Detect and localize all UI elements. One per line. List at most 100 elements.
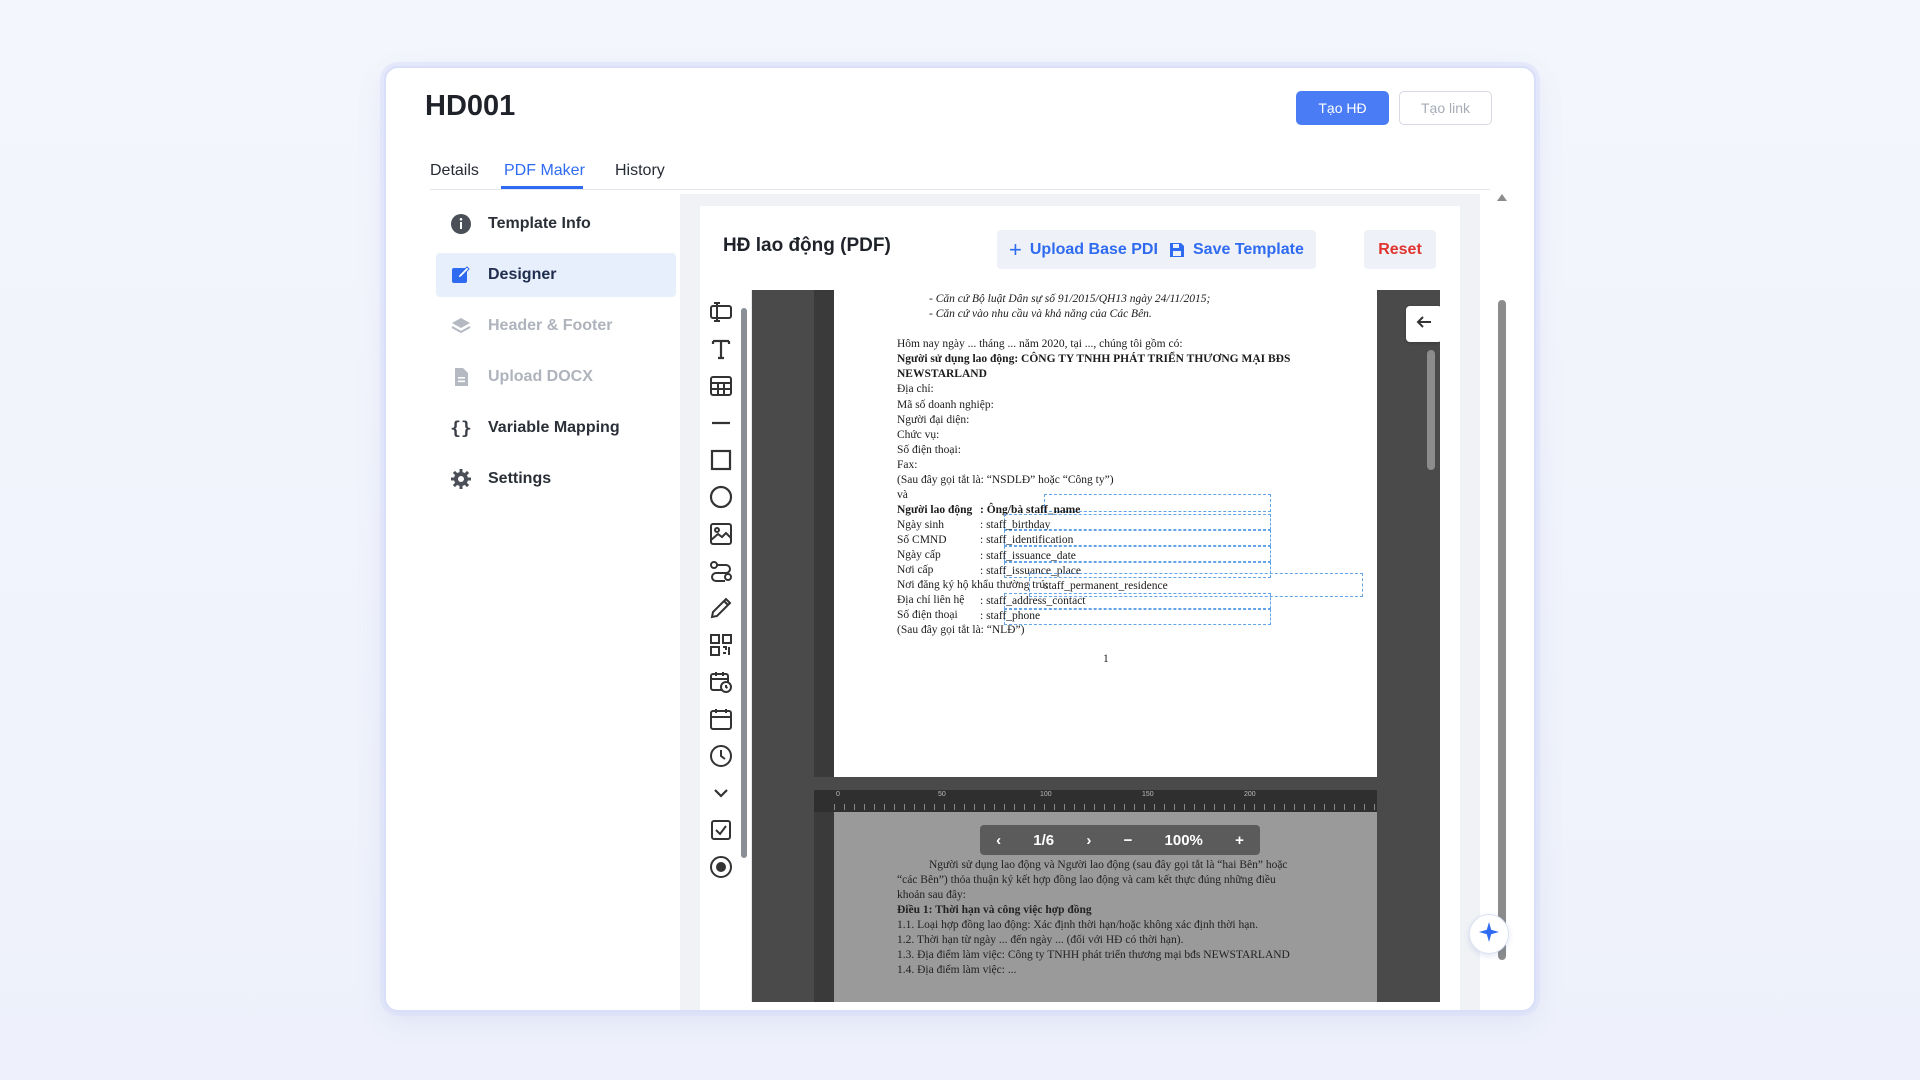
- collapse-panel-button[interactable]: [1406, 306, 1440, 342]
- ruler-tick-label: 150: [1142, 791, 1154, 798]
- ai-assistant-button[interactable]: [1469, 914, 1509, 954]
- upload-base-pdf-label: Upload Base PDF: [1029, 240, 1164, 258]
- horizontal-ruler: 0 50 100 150 200: [814, 790, 1377, 812]
- file-icon: [450, 366, 472, 388]
- page-text: 1.2. Thời hạn từ ngày ... đến ngày ... (…: [897, 934, 1184, 946]
- page-text: (Sau đây gọi tắt là: “NLĐ”): [897, 624, 1025, 636]
- field-label: Ngày sinh: [897, 519, 944, 531]
- element-toolbar: [700, 290, 752, 1002]
- svg-icon[interactable]: [703, 553, 739, 589]
- plus-icon: +: [1009, 236, 1022, 262]
- sidebar-item-settings[interactable]: Settings: [436, 457, 676, 501]
- next-page-icon[interactable]: ›: [1086, 832, 1091, 849]
- pdf-page-1[interactable]: - Căn cứ Bộ luật Dân sự số 91/2015/QH13 …: [834, 290, 1377, 777]
- arrow-left-icon: [1415, 313, 1433, 336]
- pdf-canvas[interactable]: - Căn cứ Bộ luật Dân sự số 91/2015/QH13 …: [752, 290, 1440, 1002]
- upload-base-pdf-button[interactable]: + Upload Base PDF: [997, 230, 1176, 269]
- reset-button[interactable]: Reset: [1364, 230, 1436, 269]
- page-text: Người sử dụng lao động và Người lao động…: [929, 859, 1288, 871]
- page-scrollbar-thumb[interactable]: [1498, 300, 1506, 960]
- date-icon[interactable]: [703, 701, 739, 737]
- qrcode-icon[interactable]: [703, 627, 739, 663]
- page-text: Người sử dụng lao động: CÔNG TY TNHH PHÁ…: [897, 353, 1291, 365]
- page-text: “các Bên”) thỏa thuận ký kết hợp đồng la…: [897, 874, 1276, 886]
- page-text: Số điện thoại:: [897, 444, 961, 456]
- field-label: Số điện thoại: [897, 609, 958, 621]
- template-name: HĐ lao động (PDF): [723, 235, 891, 256]
- field-label: Người lao động: [897, 504, 973, 516]
- tab-details[interactable]: Details: [430, 162, 479, 180]
- info-icon: [450, 213, 472, 235]
- page-text: 1.4. Địa điểm làm việc: ...: [897, 964, 1017, 976]
- field-staff-phone[interactable]: [1004, 609, 1271, 625]
- checkbox-icon[interactable]: [703, 812, 739, 848]
- toolbar-scrollbar[interactable]: [741, 308, 747, 858]
- create-link-button[interactable]: Tạo link: [1399, 91, 1492, 125]
- page-text: Người đại diện:: [897, 414, 970, 426]
- page-text: Mã số doanh nghiệp:: [897, 399, 994, 411]
- save-icon: [1169, 242, 1185, 258]
- layers-icon: [450, 315, 472, 337]
- scroll-up-icon[interactable]: [1497, 194, 1507, 201]
- sparkle-icon: [1478, 921, 1500, 948]
- viewer-scrollbar[interactable]: [1427, 350, 1435, 470]
- line-icon[interactable]: [703, 405, 739, 441]
- tab-history[interactable]: History: [615, 162, 665, 180]
- text-icon[interactable]: [703, 331, 739, 367]
- vertical-ruler: [814, 812, 834, 1002]
- datetime-icon[interactable]: [703, 664, 739, 700]
- page-indicator: 1/6: [1033, 831, 1055, 849]
- page-number: 1: [1103, 653, 1109, 665]
- sidebar-item-upload-docx[interactable]: Upload DOCX: [436, 355, 676, 399]
- active-tab-indicator: [501, 186, 583, 189]
- text-field-icon[interactable]: [703, 294, 739, 330]
- vertical-ruler: [814, 290, 834, 777]
- field-value: : staff_issuance_date: [980, 550, 1076, 562]
- image-icon[interactable]: [703, 516, 739, 552]
- edit-icon: [450, 264, 472, 286]
- zoom-in-icon[interactable]: +: [1235, 832, 1244, 849]
- sidebar-item-label: Upload DOCX: [488, 368, 593, 385]
- ellipse-icon[interactable]: [703, 479, 739, 515]
- page-text: Chức vụ:: [897, 429, 940, 441]
- sidebar-item-header-footer[interactable]: Header & Footer: [436, 304, 676, 348]
- ruler-tick-label: 100: [1040, 791, 1052, 798]
- page-controls: ‹ 1/6 › − 100% +: [980, 825, 1260, 855]
- page-scrollbar[interactable]: [1494, 194, 1512, 1010]
- radio-icon[interactable]: [703, 849, 739, 885]
- sidebar-item-variable-mapping[interactable]: {} Variable Mapping: [436, 406, 676, 450]
- app-window: HD001 Tạo HĐ Tạo link Details PDF Maker …: [384, 66, 1536, 1012]
- rectangle-icon[interactable]: [703, 442, 739, 478]
- sidebar-item-label: Template Info: [488, 215, 591, 232]
- ruler-tick-label: 200: [1244, 791, 1256, 798]
- ruler-tick-label: 50: [938, 791, 946, 798]
- braces-icon: {}: [450, 417, 472, 439]
- page-text: Địa chỉ:: [897, 383, 934, 395]
- sidebar-item-template-info[interactable]: Template Info: [436, 202, 676, 246]
- prev-page-icon[interactable]: ‹: [996, 832, 1001, 849]
- sidebar-item-label: Designer: [488, 266, 557, 283]
- field-value: : staff_identification: [980, 534, 1074, 546]
- page-title: HD001: [425, 90, 516, 122]
- page-text: - Căn cứ vào nhu cầu và khả năng của Các…: [929, 308, 1152, 320]
- page-text: NEWSTARLAND: [897, 368, 987, 380]
- sidebar-item-designer[interactable]: Designer: [436, 253, 676, 297]
- table-icon[interactable]: [703, 368, 739, 404]
- signature-icon[interactable]: [703, 590, 739, 626]
- save-template-button[interactable]: Save Template: [1157, 230, 1316, 269]
- field-label: Nơi cấp: [897, 564, 934, 576]
- field-label: Ngày cấp: [897, 549, 941, 561]
- page-text: Hôm nay ngày ... tháng ... năm 2020, tại…: [897, 338, 1183, 350]
- select-icon[interactable]: [703, 775, 739, 811]
- create-contract-button[interactable]: Tạo HĐ: [1296, 91, 1389, 125]
- zoom-out-icon[interactable]: −: [1124, 832, 1133, 849]
- sidebar-item-label: Settings: [488, 470, 552, 487]
- zoom-level: 100%: [1164, 831, 1203, 849]
- field-value: staff_permanent_residence: [1044, 580, 1168, 592]
- gear-icon: [450, 468, 472, 490]
- page-text: khoản sau đây:: [897, 889, 966, 901]
- save-template-label: Save Template: [1193, 240, 1304, 258]
- time-icon[interactable]: [703, 738, 739, 774]
- tab-pdf-maker[interactable]: PDF Maker: [504, 162, 585, 180]
- ruler-tick-label: 0: [836, 791, 840, 798]
